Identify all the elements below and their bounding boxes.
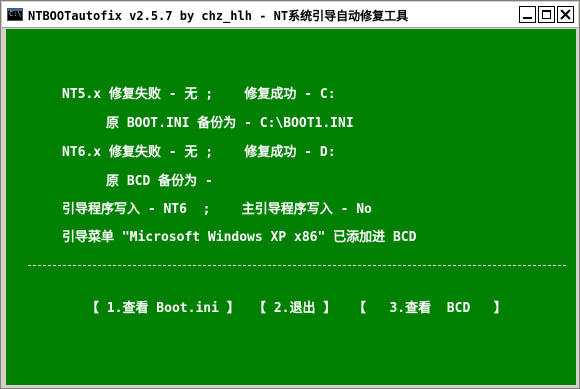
maximize-button[interactable] xyxy=(538,6,555,23)
close-icon xyxy=(560,9,571,20)
bootloader-write-status: 引导程序写入 - NT6 ; 主引导程序写入 - No xyxy=(62,202,372,217)
bcd-backup-status: 原 BCD 备份为 - xyxy=(106,174,213,189)
title-bar[interactable]: C:\ NTBOOTautofix v2.5.7 by chz_hlh - NT… xyxy=(2,2,578,28)
console-window: C:\ NTBOOTautofix v2.5.7 by chz_hlh - NT… xyxy=(0,0,580,389)
view-bcd-menu-item[interactable]: 【 3.查看 BCD 】 xyxy=(353,301,507,317)
separator-line xyxy=(28,265,566,266)
console-area[interactable]: NT5.x 修复失败 - 无 ; 修复成功 - C: 原 BOOT.INI 备份… xyxy=(6,29,576,385)
close-button[interactable] xyxy=(557,6,574,23)
bootini-backup-status: 原 BOOT.INI 备份为 - C:\BOOT1.INI xyxy=(106,116,354,131)
view-bootini-menu-item[interactable]: 【 1.查看 Boot.ini 】 xyxy=(86,301,240,317)
console-app-icon[interactable]: C:\ xyxy=(7,8,23,21)
minimize-button[interactable] xyxy=(519,6,536,23)
nt6-repair-status: NT6.x 修复失败 - 无 ; 修复成功 - D: xyxy=(62,145,336,160)
window-title: NTBOOTautofix v2.5.7 by chz_hlh - NT系统引导… xyxy=(28,9,409,23)
boot-menu-status: 引导菜单 "Microsoft Windows XP x86" 已添加进 BCD xyxy=(62,230,417,245)
exit-menu-item[interactable]: 【 2.退出 】 xyxy=(253,301,336,317)
nt5-repair-status: NT5.x 修复失败 - 无 ; 修复成功 - C: xyxy=(62,87,336,102)
